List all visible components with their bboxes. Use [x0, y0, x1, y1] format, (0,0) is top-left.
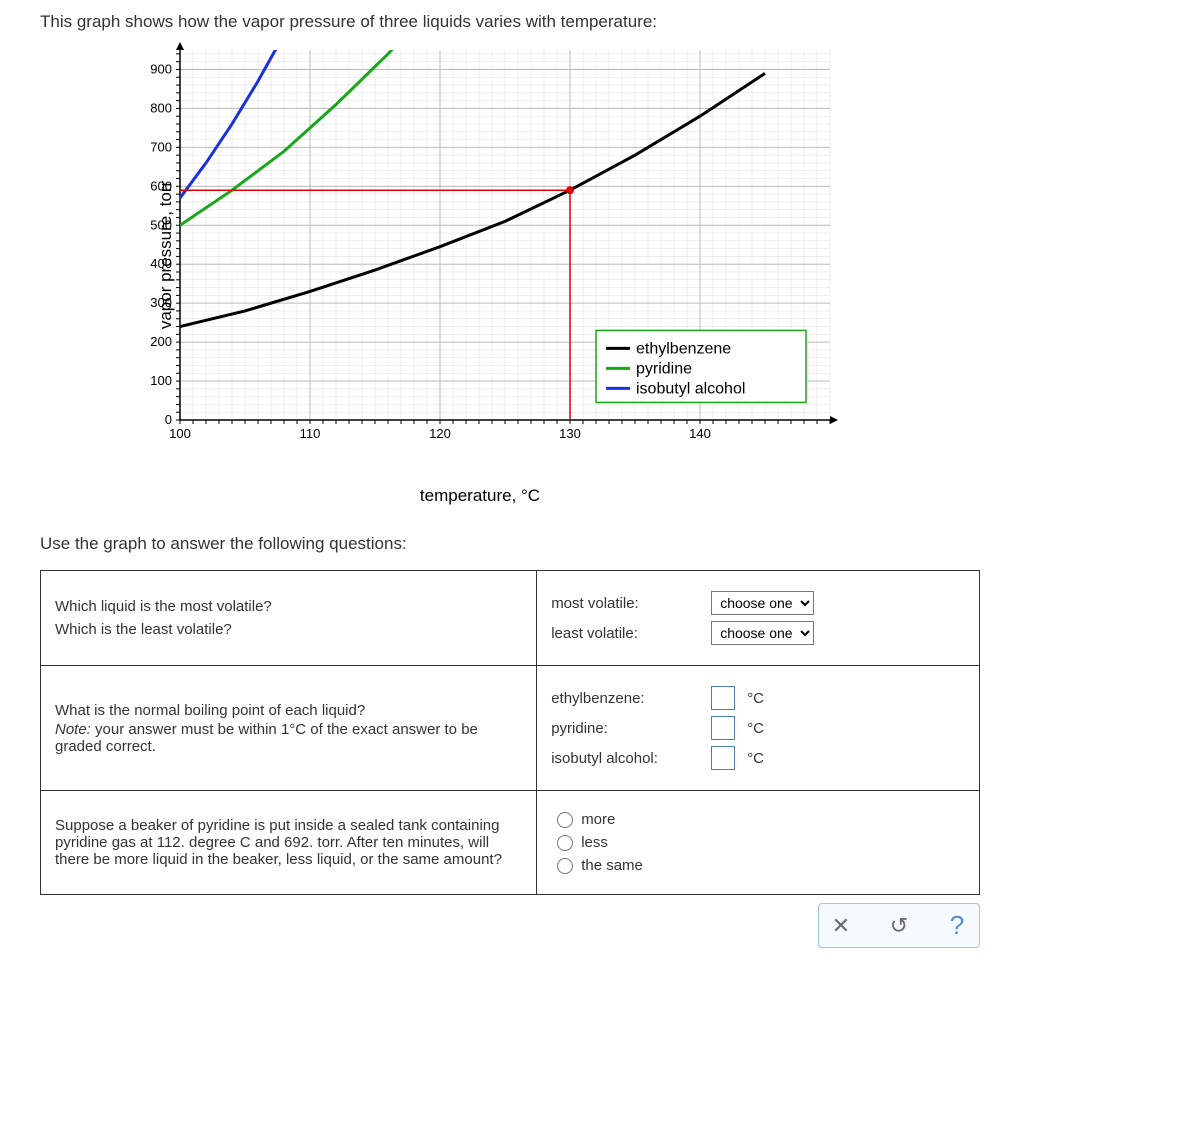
- least-volatile-select[interactable]: choose one: [711, 621, 814, 645]
- q1-answer-cell: most volatile: choose one least volatile…: [537, 571, 980, 666]
- svg-text:110: 110: [300, 426, 321, 441]
- svg-text:pyridine: pyridine: [636, 360, 692, 377]
- q3-prompt-cell: Suppose a beaker of pyridine is put insi…: [41, 791, 537, 895]
- isobutyl-bp-input[interactable]: [711, 746, 735, 770]
- q2-prompt-cell: What is the normal boiling point of each…: [41, 666, 537, 791]
- q3-radio-more[interactable]: [557, 812, 573, 828]
- q3-radio-less[interactable]: [557, 835, 573, 851]
- svg-text:120: 120: [429, 426, 451, 441]
- svg-text:0: 0: [165, 412, 172, 427]
- unit-c: °C: [747, 720, 764, 737]
- svg-text:800: 800: [150, 100, 172, 115]
- q3-opt-less: less: [581, 834, 608, 851]
- q3-answer-cell: more less the same: [537, 791, 980, 895]
- close-icon[interactable]: ✕: [827, 913, 855, 939]
- svg-text:200: 200: [150, 334, 172, 349]
- unit-c: °C: [747, 750, 764, 767]
- button-bar: ✕ ↺ ?: [40, 903, 980, 948]
- svg-text:ethylbenzene: ethylbenzene: [636, 340, 731, 357]
- svg-text:140: 140: [689, 426, 711, 441]
- q1-prompt-2: Which is the least volatile?: [55, 621, 522, 638]
- q1-prompt-cell: Which liquid is the most volatile? Which…: [41, 571, 537, 666]
- svg-text:100: 100: [169, 426, 191, 441]
- most-volatile-select[interactable]: choose one: [711, 591, 814, 615]
- svg-text:130: 130: [559, 426, 581, 441]
- y-axis-label: vapor pressure, torr: [156, 181, 176, 329]
- q2-prompt: What is the normal boiling point of each…: [55, 702, 522, 719]
- sub-intro-text: Use the graph to answer the following qu…: [40, 534, 1160, 554]
- q3-prompt: Suppose a beaker of pyridine is put insi…: [55, 817, 522, 868]
- reset-icon[interactable]: ↺: [885, 913, 913, 939]
- q3-opt-same: the same: [581, 857, 643, 874]
- unit-c: °C: [747, 690, 764, 707]
- svg-text:700: 700: [150, 139, 172, 154]
- svg-text:900: 900: [150, 61, 172, 76]
- q2-ib-label: isobutyl alcohol:: [551, 750, 701, 767]
- ethylbenzene-bp-input[interactable]: [711, 686, 735, 710]
- help-icon[interactable]: ?: [943, 910, 971, 941]
- q1-prompt-1: Which liquid is the most volatile?: [55, 598, 522, 615]
- pyridine-bp-input[interactable]: [711, 716, 735, 740]
- q1-most-label: most volatile:: [551, 595, 701, 612]
- q2-answer-cell: ethylbenzene: °C pyridine: °C isobutyl a…: [537, 666, 980, 791]
- q2-eb-label: ethylbenzene:: [551, 690, 701, 707]
- q1-least-label: least volatile:: [551, 625, 701, 642]
- question-table: Which liquid is the most volatile? Which…: [40, 570, 980, 895]
- intro-text: This graph shows how the vapor pressure …: [40, 12, 1160, 32]
- vapor-pressure-chart: vapor pressure, torr 0100200300400500600…: [120, 40, 840, 470]
- q3-opt-more: more: [581, 811, 615, 828]
- q2-py-label: pyridine:: [551, 720, 701, 737]
- x-axis-label: temperature, °C: [120, 486, 840, 506]
- q2-note: Note: your answer must be within 1°C of …: [55, 721, 522, 755]
- svg-text:100: 100: [150, 373, 172, 388]
- svg-text:isobutyl alcohol: isobutyl alcohol: [636, 380, 745, 397]
- q3-radio-same[interactable]: [557, 858, 573, 874]
